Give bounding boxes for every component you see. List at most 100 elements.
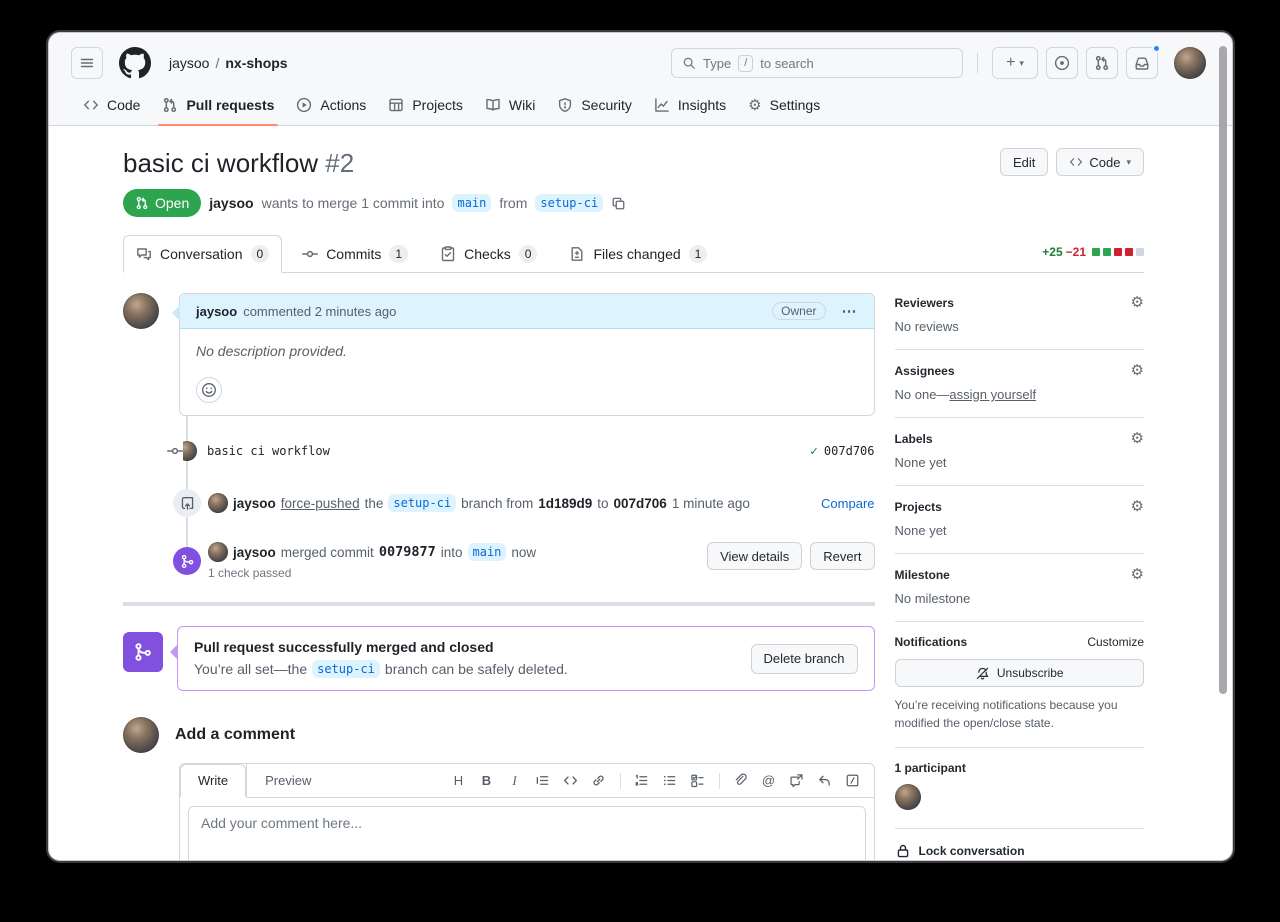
add-reaction-button[interactable] bbox=[196, 377, 222, 403]
file-diff-icon bbox=[569, 246, 585, 262]
head-branch-label[interactable]: setup-ci bbox=[388, 494, 456, 512]
tab-files-changed[interactable]: Files changed 1 bbox=[557, 235, 719, 272]
git-pull-request-icon bbox=[162, 97, 178, 113]
heading-icon[interactable]: H bbox=[446, 768, 472, 794]
commit-sha[interactable]: 007d706 bbox=[824, 444, 875, 458]
pr-description-comment: jaysoo commented 2 minutes ago Owner ⋯ N… bbox=[123, 293, 875, 416]
user-avatar[interactable] bbox=[1174, 47, 1206, 79]
text: merged commit bbox=[281, 545, 374, 560]
revert-button[interactable]: Revert bbox=[810, 542, 874, 570]
pr-actions: Edit Code ▾ bbox=[1000, 148, 1144, 176]
tab-label: Commits bbox=[326, 246, 381, 262]
issues-button[interactable] bbox=[1046, 47, 1078, 79]
scrollbar-thumb[interactable] bbox=[1219, 46, 1227, 694]
avatar[interactable] bbox=[123, 293, 159, 329]
diff-block bbox=[1092, 248, 1100, 256]
avatar[interactable] bbox=[208, 542, 228, 562]
code-icon[interactable] bbox=[558, 768, 584, 794]
text: the bbox=[365, 496, 384, 511]
avatar[interactable] bbox=[123, 717, 159, 753]
actor[interactable]: jaysoo bbox=[233, 545, 276, 560]
avatar[interactable] bbox=[895, 784, 921, 810]
slash-command-icon[interactable] bbox=[840, 768, 866, 794]
tab-wiki[interactable]: Wiki bbox=[477, 89, 543, 125]
attach-file-icon[interactable] bbox=[728, 768, 754, 794]
gear-icon: ⚙ bbox=[748, 98, 761, 113]
tab-conversation[interactable]: Conversation 0 bbox=[123, 235, 282, 273]
tab-insights[interactable]: Insights bbox=[646, 89, 734, 125]
avatar[interactable] bbox=[208, 493, 228, 513]
delete-branch-button[interactable]: Delete branch bbox=[751, 644, 858, 674]
tab-code[interactable]: Code bbox=[75, 89, 148, 125]
timestamp[interactable]: now bbox=[511, 545, 536, 560]
tab-pull-requests[interactable]: Pull requests bbox=[154, 89, 282, 125]
tab-preview[interactable]: Preview bbox=[247, 764, 329, 797]
head-branch-label[interactable]: setup-ci bbox=[535, 194, 603, 212]
pr-author[interactable]: jaysoo bbox=[209, 195, 253, 211]
gear-icon[interactable]: ⚙ bbox=[1131, 431, 1144, 446]
old-sha[interactable]: 1d189d9 bbox=[538, 496, 592, 511]
unsubscribe-button[interactable]: Unsubscribe bbox=[895, 659, 1145, 687]
tab-projects[interactable]: Projects bbox=[380, 89, 471, 125]
diff-block bbox=[1136, 248, 1144, 256]
comment-textarea[interactable] bbox=[188, 806, 866, 861]
view-details-button[interactable]: View details bbox=[707, 542, 802, 570]
task-list-icon[interactable] bbox=[685, 768, 711, 794]
reply-icon[interactable] bbox=[812, 768, 838, 794]
tab-commits[interactable]: Commits 1 bbox=[290, 235, 420, 272]
tab-settings[interactable]: ⚙ Settings bbox=[740, 89, 828, 125]
base-branch-label[interactable]: main bbox=[468, 543, 507, 561]
check-icon[interactable]: ✓ bbox=[810, 444, 818, 459]
github-logo-icon[interactable] bbox=[119, 47, 151, 79]
tab-security[interactable]: Security bbox=[549, 89, 640, 125]
head-branch-label[interactable]: setup-ci bbox=[312, 660, 380, 678]
bullet-list-icon[interactable] bbox=[657, 768, 683, 794]
text: You’re all set—the bbox=[194, 661, 307, 677]
breadcrumb-repo[interactable]: nx-shops bbox=[225, 55, 287, 71]
comment-author[interactable]: jaysoo bbox=[196, 304, 237, 319]
italic-icon[interactable]: I bbox=[502, 768, 528, 794]
timeline-events: basic ci workflow ✓ 007d706 jaysoo force… bbox=[123, 416, 875, 580]
edit-button[interactable]: Edit bbox=[1000, 148, 1048, 176]
check-status[interactable]: 1 check passed bbox=[208, 566, 707, 580]
tab-checks[interactable]: Checks 0 bbox=[428, 235, 549, 272]
actor[interactable]: jaysoo bbox=[233, 496, 276, 511]
breadcrumb-owner[interactable]: jaysoo bbox=[169, 55, 209, 71]
bold-icon[interactable]: B bbox=[474, 768, 500, 794]
create-new-button[interactable]: + ▾ bbox=[992, 47, 1038, 79]
gear-icon[interactable]: ⚙ bbox=[1131, 295, 1144, 310]
add-comment-title: Add a comment bbox=[175, 726, 295, 744]
code-dropdown-button[interactable]: Code ▾ bbox=[1056, 148, 1144, 176]
merge-sha[interactable]: 0079877 bbox=[379, 544, 436, 560]
kebab-menu-icon[interactable]: ⋯ bbox=[842, 302, 858, 320]
tab-label: Insights bbox=[678, 97, 726, 113]
pr-body-layout: jaysoo commented 2 minutes ago Owner ⋯ N… bbox=[123, 293, 1144, 861]
commit-message[interactable]: basic ci workflow bbox=[207, 444, 330, 458]
tab-actions[interactable]: Actions bbox=[288, 89, 374, 125]
comment-form: Write Preview H B I bbox=[179, 763, 875, 861]
numbered-list-icon[interactable] bbox=[629, 768, 655, 794]
gear-icon[interactable]: ⚙ bbox=[1131, 363, 1144, 378]
compare-link[interactable]: Compare bbox=[821, 496, 874, 511]
comment-meta[interactable]: commented 2 minutes ago bbox=[243, 304, 396, 319]
timestamp[interactable]: 1 minute ago bbox=[672, 496, 750, 511]
link-icon[interactable] bbox=[586, 768, 612, 794]
search-input[interactable]: Type / to search bbox=[671, 48, 963, 78]
quote-icon[interactable] bbox=[530, 768, 556, 794]
cross-reference-icon[interactable] bbox=[784, 768, 810, 794]
pull-requests-button[interactable] bbox=[1086, 47, 1118, 79]
hamburger-menu-button[interactable] bbox=[71, 47, 103, 79]
new-sha[interactable]: 007d706 bbox=[614, 496, 667, 511]
mention-icon[interactable]: @ bbox=[756, 768, 782, 794]
assign-yourself-link[interactable]: assign yourself bbox=[949, 387, 1036, 402]
section-title: Notifications bbox=[895, 635, 968, 649]
customize-link[interactable]: Customize bbox=[1087, 635, 1144, 649]
base-branch-label[interactable]: main bbox=[452, 194, 491, 212]
gear-icon[interactable]: ⚙ bbox=[1131, 567, 1144, 582]
label: View details bbox=[720, 549, 789, 564]
copy-branch-icon[interactable] bbox=[611, 196, 626, 211]
tab-write[interactable]: Write bbox=[180, 764, 247, 798]
graph-icon bbox=[654, 97, 670, 113]
gear-icon[interactable]: ⚙ bbox=[1131, 499, 1144, 514]
lock-conversation[interactable]: Lock conversation bbox=[895, 829, 1145, 859]
